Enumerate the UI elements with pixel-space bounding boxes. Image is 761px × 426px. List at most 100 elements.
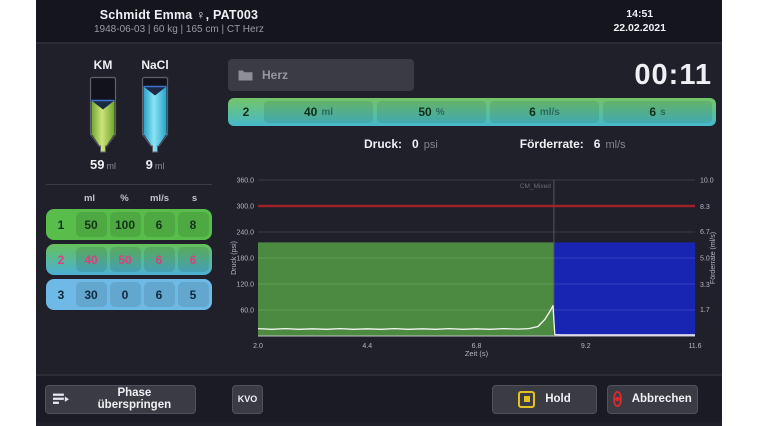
active-percent-unit: %	[436, 107, 445, 118]
active-phase-number: 2	[230, 105, 262, 119]
phase-2-number: 2	[48, 253, 74, 267]
svg-text:60.0: 60.0	[240, 308, 254, 315]
supplies-panel: KM 59ml NaCl 9ml ml % ml/s s	[36, 44, 226, 374]
km-syringe-graphic	[88, 76, 118, 154]
skip-phase-icon	[52, 392, 70, 406]
km-volume: 59ml	[90, 157, 116, 172]
patient-name: Schmidt Emma ♀, PAT003	[94, 8, 264, 22]
pressure-unit: psi	[424, 139, 438, 151]
km-label: KM	[94, 58, 113, 72]
divider	[46, 184, 212, 185]
phase-2-ml: 40	[76, 247, 107, 272]
svg-text:120.0: 120.0	[236, 282, 254, 289]
kvo-button[interactable]: KVO	[232, 385, 263, 414]
abort-label: Abbrechen	[632, 393, 692, 405]
protocol-selector[interactable]: Herz	[228, 59, 414, 91]
abort-button[interactable]: Abbrechen	[607, 385, 698, 414]
phase-row-2-active[interactable]: 2 40 50 6 6	[46, 244, 212, 275]
live-readouts: Druck: 0 psi Förderrate: 6 ml/s	[228, 132, 722, 156]
svg-text:180.0: 180.0	[236, 256, 254, 263]
col-seconds: s	[177, 193, 212, 204]
phase-table-header: ml % ml/s s	[46, 193, 212, 204]
phase-1-number: 1	[48, 218, 74, 232]
svg-text:Förderrate (ml/s): Förderrate (ml/s)	[710, 232, 717, 284]
protocol-name: Herz	[262, 68, 288, 82]
footer-bar: Phase überspringen KVO Hold Abbrechen	[36, 374, 722, 422]
phase-3-flow: 6	[144, 282, 175, 307]
patient-details: 1948-06-03 | 60 kg | 165 cm | CT Herz	[94, 24, 264, 35]
svg-text:3.3: 3.3	[700, 282, 710, 289]
svg-text:2.0: 2.0	[253, 343, 263, 350]
svg-text:1.7: 1.7	[700, 307, 710, 314]
km-volume-value: 59	[90, 157, 104, 172]
svg-text:Druck (psi): Druck (psi)	[231, 241, 238, 275]
active-percent-value: 50	[418, 105, 431, 119]
active-phase-flow: 6ml/s	[490, 101, 599, 123]
injector-screen: Schmidt Emma ♀, PAT003 1948-06-03 | 60 k…	[36, 0, 722, 426]
kvo-label: KVO	[238, 394, 258, 404]
flowrate-unit: ml/s	[605, 139, 625, 151]
svg-text:8.3: 8.3	[700, 204, 710, 211]
syringes: KM 59ml NaCl 9ml	[46, 58, 212, 172]
header-bar: Schmidt Emma ♀, PAT003 1948-06-03 | 60 k…	[36, 0, 722, 44]
km-syringe[interactable]: KM 59ml	[88, 58, 118, 172]
skip-phase-button[interactable]: Phase überspringen	[45, 385, 196, 414]
patient-info: Schmidt Emma ♀, PAT003 1948-06-03 | 60 k…	[94, 8, 264, 35]
phase-row-3[interactable]: 3 30 0 6 5	[46, 279, 212, 310]
svg-text:5.0: 5.0	[700, 256, 710, 263]
hold-icon	[518, 391, 535, 408]
active-phase-percent: 50%	[377, 101, 486, 123]
col-ml: ml	[72, 193, 107, 204]
pressure-label: Druck:	[364, 137, 402, 151]
svg-text:6.7: 6.7	[700, 229, 710, 236]
svg-text:240.0: 240.0	[236, 230, 254, 237]
svg-text:11.6: 11.6	[688, 343, 701, 350]
clock: 14:51 22.02.2021	[613, 8, 666, 34]
active-phase-volume: 40 ml	[264, 101, 373, 123]
active-seconds-unit: s	[660, 107, 666, 118]
phase-1-flow: 6	[144, 212, 175, 237]
phase-table: ml % ml/s s 1 50 100 6 8 2 40 50 6	[46, 193, 212, 310]
time: 14:51	[613, 8, 666, 20]
phase-3-seconds: 5	[178, 282, 209, 307]
svg-text:4.4: 4.4	[362, 343, 372, 350]
injection-chart: 360.010.0300.08.3240.06.7180.05.0120.03.…	[228, 162, 722, 360]
svg-text:9.2: 9.2	[581, 343, 591, 350]
flowrate-value: 6	[594, 137, 601, 151]
svg-text:300.0: 300.0	[236, 204, 254, 211]
nacl-syringe[interactable]: NaCl 9ml	[140, 58, 170, 172]
svg-text:Zeit (s): Zeit (s)	[465, 349, 489, 358]
hold-button[interactable]: Hold	[492, 385, 597, 414]
active-flow-value: 6	[529, 105, 536, 119]
active-phase-seconds: 6s	[603, 101, 712, 123]
active-volume-value: 40	[304, 105, 317, 119]
pressure-value: 0	[412, 137, 419, 151]
flowrate-readout: Förderrate: 6 ml/s	[520, 137, 626, 151]
hold-label: Hold	[545, 393, 571, 405]
active-seconds-value: 6	[649, 105, 656, 119]
svg-text:10.0: 10.0	[700, 178, 714, 185]
phase-1-ml: 50	[76, 212, 107, 237]
km-volume-unit: ml	[106, 161, 116, 171]
date: 22.02.2021	[613, 22, 666, 34]
flowrate-label: Förderrate:	[520, 137, 584, 151]
phase-2-percent: 50	[110, 247, 141, 272]
active-volume-unit: ml	[321, 107, 333, 118]
protocol-row: Herz 00:11	[228, 58, 722, 92]
svg-text:CM_Mixed: CM_Mixed	[520, 183, 551, 190]
phase-1-percent: 100	[110, 212, 141, 237]
nacl-volume-value: 9	[146, 157, 153, 172]
phase-row-1[interactable]: 1 50 100 6 8	[46, 209, 212, 240]
active-phase-bar: 2 40ml 50% 6ml/s 6s	[228, 98, 716, 126]
injection-panel: Herz 00:11 2 40ml 50% 6ml/s 6s Druck: 0 …	[226, 44, 722, 374]
col-flow: ml/s	[142, 193, 177, 204]
phase-1-seconds: 8	[178, 212, 209, 237]
elapsed-timer: 00:11	[634, 59, 712, 92]
phase-3-percent: 0	[110, 282, 141, 307]
phase-3-ml: 30	[76, 282, 107, 307]
nacl-syringe-graphic	[140, 76, 170, 154]
folder-icon	[238, 69, 253, 81]
phase-2-flow: 6	[144, 247, 175, 272]
skip-phase-label: Phase überspringen	[80, 387, 189, 411]
nacl-volume-unit: ml	[155, 161, 165, 171]
